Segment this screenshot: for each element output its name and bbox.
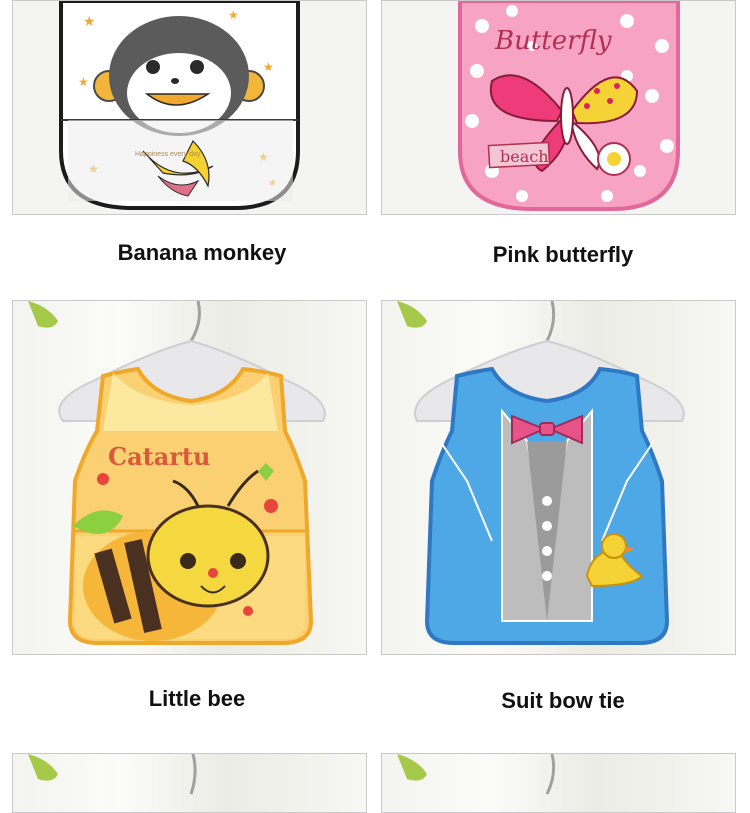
product-name-pink-butterfly[interactable]: Pink butterfly — [383, 242, 743, 268]
next-row-left-illustration — [28, 754, 197, 795]
banana-monkey-bib-illustration: ★ ★ ★ ★ ★ ★ ★ ★ Happiness every day — [13, 1, 366, 214]
product-image-pink-butterfly[interactable]: Butterfly beach — [381, 0, 736, 215]
next-row-right-illustration — [397, 754, 556, 795]
svg-text:★: ★ — [83, 14, 96, 30]
product-image-banana-monkey[interactable]: ★ ★ ★ ★ ★ ★ ★ ★ Happiness every day — [12, 0, 367, 215]
product-image-next-row-right[interactable] — [381, 753, 736, 813]
bib-slogan-text: Happiness every day — [135, 151, 201, 158]
svg-text:★: ★ — [78, 75, 89, 89]
product-image-suit-bow-tie[interactable] — [381, 300, 736, 655]
bib-title-text: Butterfly — [494, 26, 612, 56]
little-bee-bib-illustration: Catartu — [28, 301, 326, 645]
product-name-banana-monkey[interactable]: Banana monkey — [22, 240, 382, 266]
product-name-little-bee[interactable]: Little bee — [17, 686, 377, 712]
product-image-next-row-left[interactable] — [12, 753, 367, 813]
bib-tag-text: beach — [500, 147, 549, 166]
svg-text:★: ★ — [263, 60, 274, 74]
bib-title-text: Catartu — [108, 442, 210, 471]
svg-text:★: ★ — [228, 8, 239, 22]
pink-butterfly-bib-illustration: Butterfly beach — [382, 1, 735, 214]
product-name-suit-bow-tie[interactable]: Suit bow tie — [383, 688, 743, 714]
product-image-little-bee[interactable]: Catartu — [12, 300, 367, 655]
suit-bow-tie-bib-illustration — [397, 301, 685, 645]
